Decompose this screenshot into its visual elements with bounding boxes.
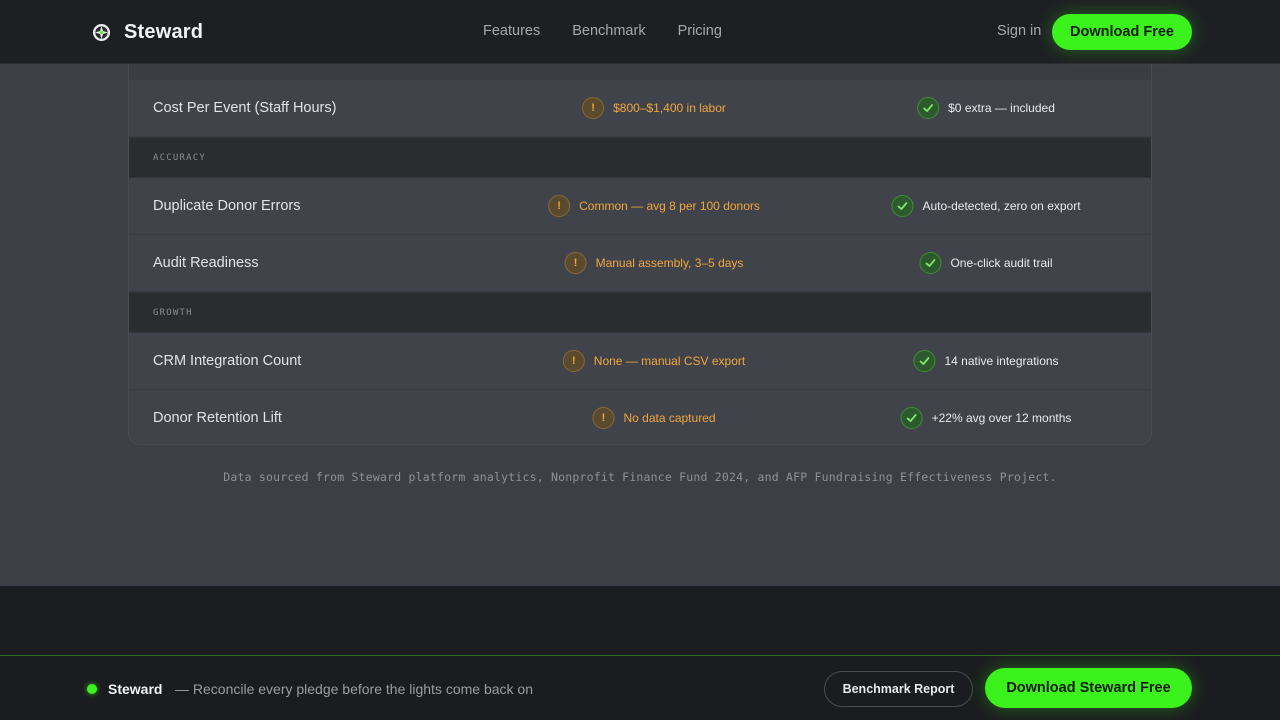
- old-way-value: No data captured: [623, 411, 716, 425]
- table-row: Donor Retention Lift ! No data captured …: [129, 390, 1151, 444]
- nav-link-features[interactable]: Features: [483, 23, 540, 39]
- old-way-cell: ! None — manual CSV export: [562, 350, 746, 372]
- top-nav: Steward Features Benchmark Pricing Sign …: [0, 0, 1280, 64]
- old-way-cell: ! Common — avg 8 per 100 donors: [548, 195, 760, 217]
- comparison-table: Cost Per Event (Staff Hours) ! $800–$1,4…: [128, 50, 1152, 445]
- section-header-growth: GROWTH: [129, 292, 1151, 333]
- old-way-value: $800–$1,400 in labor: [613, 101, 726, 115]
- nav-link-benchmark[interactable]: Benchmark: [572, 23, 645, 39]
- sign-in-link[interactable]: Sign in: [997, 23, 1041, 39]
- table-row: Cost Per Event (Staff Hours) ! $800–$1,4…: [129, 80, 1151, 137]
- nav-link-pricing[interactable]: Pricing: [678, 23, 722, 39]
- old-way-cell: ! No data captured: [592, 407, 716, 429]
- section-label: GROWTH: [153, 307, 193, 318]
- steward-cell: Auto-detected, zero on export: [891, 195, 1081, 217]
- old-way-value: None — manual CSV export: [593, 354, 746, 368]
- old-way-cell: ! $800–$1,400 in labor: [582, 97, 726, 119]
- sticky-cta-bar: Steward — Reconcile every pledge before …: [0, 655, 1280, 720]
- check-icon: [891, 195, 914, 217]
- section-header-accuracy: ACCURACY: [129, 137, 1151, 178]
- sticky-brand: Steward: [108, 681, 163, 697]
- metric-label: CRM Integration Count: [153, 353, 302, 369]
- nav-links: Features Benchmark Pricing: [483, 23, 722, 39]
- table-row: Duplicate Donor Errors ! Common — avg 8 …: [129, 178, 1151, 235]
- section-label: ACCURACY: [153, 152, 206, 163]
- steward-value: One-click audit trail: [950, 256, 1053, 270]
- page-footer-band: [0, 586, 1280, 656]
- steward-value: +22% avg over 12 months: [931, 411, 1072, 425]
- benchmark-report-button[interactable]: Benchmark Report: [824, 671, 973, 707]
- metric-label: Duplicate Donor Errors: [153, 198, 301, 214]
- check-icon: [919, 252, 942, 274]
- check-icon: [900, 407, 923, 429]
- check-icon: [913, 350, 936, 372]
- table-row: CRM Integration Count ! None — manual CS…: [129, 333, 1151, 390]
- warning-icon: !: [582, 97, 605, 119]
- steward-cell: 14 native integrations: [913, 350, 1059, 372]
- old-way-value: Manual assembly, 3–5 days: [595, 256, 744, 270]
- compass-logo-icon: [92, 23, 111, 41]
- brand[interactable]: Steward: [92, 20, 203, 44]
- sticky-tagline: — Reconcile every pledge before the ligh…: [175, 681, 533, 697]
- steward-cell: +22% avg over 12 months: [900, 407, 1072, 429]
- download-free-button[interactable]: Download Free: [1052, 14, 1192, 50]
- steward-value: Auto-detected, zero on export: [922, 199, 1081, 213]
- steward-cell: One-click audit trail: [919, 252, 1053, 274]
- warning-icon: !: [592, 407, 615, 429]
- warning-icon: !: [564, 252, 587, 274]
- status-dot-icon: [87, 684, 97, 694]
- table-row: Audit Readiness ! Manual assembly, 3–5 d…: [129, 235, 1151, 292]
- old-way-cell: ! Manual assembly, 3–5 days: [564, 252, 744, 274]
- download-steward-free-button[interactable]: Download Steward Free: [985, 668, 1192, 708]
- steward-cell: $0 extra — included: [917, 97, 1055, 119]
- metric-label: Audit Readiness: [153, 255, 259, 271]
- data-source-footnote: Data sourced from Steward platform analy…: [223, 470, 1057, 484]
- brand-name: Steward: [124, 20, 204, 43]
- old-way-value: Common — avg 8 per 100 donors: [579, 199, 760, 213]
- steward-value: $0 extra — included: [948, 101, 1055, 115]
- check-icon: [917, 97, 940, 119]
- steward-value: 14 native integrations: [944, 354, 1059, 368]
- metric-label: Donor Retention Lift: [153, 410, 282, 426]
- warning-icon: !: [548, 195, 571, 217]
- warning-icon: !: [562, 350, 585, 372]
- metric-label: Cost Per Event (Staff Hours): [153, 100, 337, 116]
